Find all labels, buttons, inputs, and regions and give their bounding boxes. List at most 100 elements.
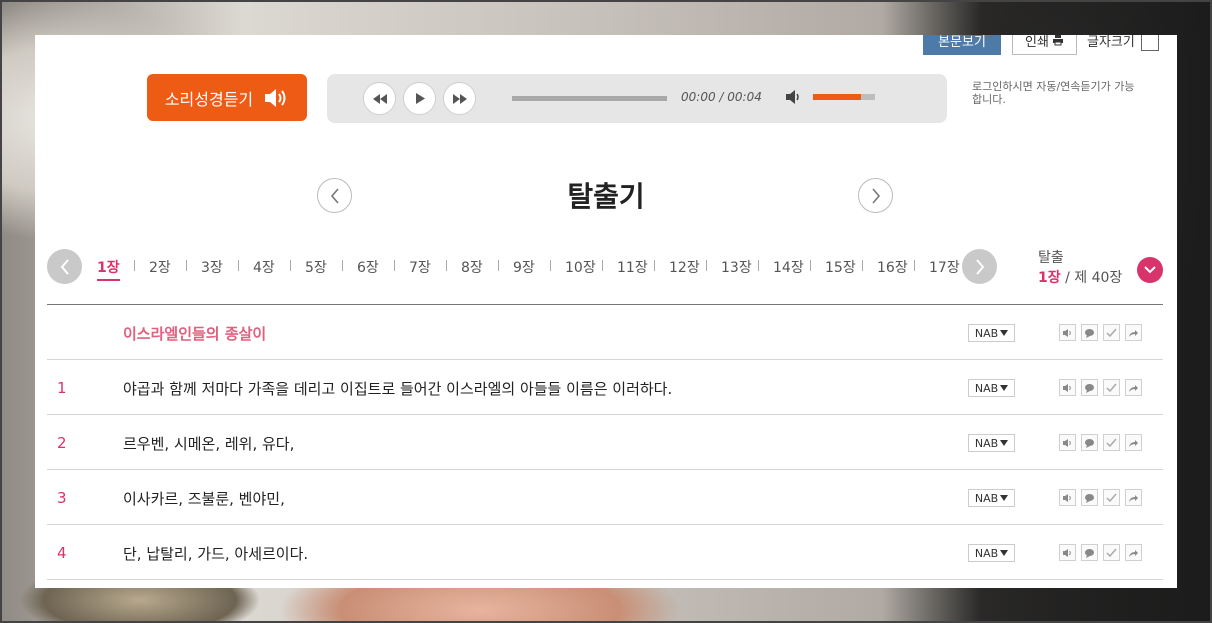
verse-number: 2	[57, 434, 67, 452]
speaker-button[interactable]	[1059, 379, 1076, 396]
version-label: NAB	[974, 546, 999, 560]
font-size-toggle[interactable]	[1140, 35, 1159, 51]
comment-button[interactable]	[1081, 324, 1098, 341]
chapter-tab[interactable]: 3장	[201, 257, 253, 281]
chapter-tab-label: 2장	[149, 260, 171, 276]
chapter-tab[interactable]: 7장	[409, 257, 461, 281]
share-button[interactable]	[1125, 489, 1142, 506]
chapter-tab-label: 1장	[97, 257, 120, 281]
comment-button[interactable]	[1081, 489, 1098, 506]
chapter-tab[interactable]: 4장	[253, 257, 305, 281]
check-button[interactable]	[1103, 379, 1120, 396]
share-button[interactable]	[1125, 434, 1142, 451]
chapter-tab-label: 13장	[721, 260, 752, 276]
speaker-button[interactable]	[1059, 544, 1076, 561]
share-button[interactable]	[1125, 544, 1142, 561]
speaker-button[interactable]	[1059, 324, 1076, 341]
chapter-tab-label: 7장	[409, 260, 431, 276]
comment-button[interactable]	[1081, 379, 1098, 396]
next-book-button[interactable]	[858, 178, 893, 213]
version-select[interactable]: NAB	[968, 544, 1015, 562]
version-select[interactable]: NAB	[968, 324, 1015, 342]
chapter-separator	[394, 260, 395, 271]
check-button[interactable]	[1103, 489, 1120, 506]
play-button[interactable]	[403, 82, 436, 115]
chapter-tab-label: 12장	[669, 260, 700, 276]
speaker-icon	[1062, 438, 1073, 448]
chapter-tab[interactable]: 11장	[617, 257, 669, 281]
chapter-tab-label: 17장	[929, 260, 960, 276]
chapter-separator	[550, 260, 551, 271]
share-icon	[1128, 548, 1139, 558]
chapters-scroll-left[interactable]	[47, 249, 82, 284]
comment-icon	[1084, 493, 1095, 503]
check-button[interactable]	[1103, 434, 1120, 451]
verse-row: 1 야곱과 함께 저마다 가족을 데리고 이집트로 들어간 이스라엘의 아들들 이…	[47, 360, 1163, 415]
listen-label: 소리성경듣기	[164, 89, 254, 109]
chapter-separator	[914, 260, 915, 271]
chapter-separator	[134, 260, 135, 271]
chapter-tab[interactable]: 13장	[721, 257, 773, 281]
chapter-tab[interactable]: 16장	[877, 257, 929, 281]
chapter-tab[interactable]: 15장	[825, 257, 877, 281]
share-icon	[1128, 328, 1139, 338]
chapter-tab[interactable]: 12장	[669, 257, 721, 281]
version-label: NAB	[974, 326, 999, 340]
speaker-icon	[1062, 548, 1073, 558]
fast-forward-icon	[452, 93, 467, 104]
chapter-tab[interactable]: 10장	[565, 257, 617, 281]
version-select[interactable]: NAB	[968, 489, 1015, 507]
share-button[interactable]	[1125, 324, 1142, 341]
version-select[interactable]: NAB	[968, 434, 1015, 452]
audio-player: 00:00 / 00:04	[327, 74, 947, 123]
comment-icon	[1084, 438, 1095, 448]
forward-button[interactable]	[443, 82, 476, 115]
comment-icon	[1084, 548, 1095, 558]
chapter-tab[interactable]: 6장	[357, 257, 409, 281]
chapter-separator	[862, 260, 863, 271]
speaker-button[interactable]	[1059, 434, 1076, 451]
version-select[interactable]: NAB	[968, 379, 1015, 397]
comment-button[interactable]	[1081, 434, 1098, 451]
check-button[interactable]	[1103, 544, 1120, 561]
section-heading-row: 이스라엘인들의 종살이 NAB	[47, 305, 1163, 360]
volume-icon[interactable]	[785, 89, 803, 105]
chapter-tab[interactable]: 2장	[149, 257, 201, 281]
verse-row: 2 르우벤, 시메온, 레위, 유다, NAB	[47, 415, 1163, 470]
check-button[interactable]	[1103, 324, 1120, 341]
font-size-control[interactable]: 글자크기	[1087, 35, 1167, 55]
progress-track[interactable]	[512, 96, 667, 101]
view-text-button[interactable]: 본문보기	[923, 35, 1001, 55]
chapters-scroll-right[interactable]	[962, 249, 997, 284]
font-size-label: 글자크기	[1087, 35, 1135, 50]
chapter-tab[interactable]: 8장	[461, 257, 513, 281]
check-icon	[1106, 438, 1117, 448]
share-button[interactable]	[1125, 379, 1142, 396]
chevron-left-icon	[60, 258, 69, 275]
verse-row: 3 이사카르, 즈불룬, 벤야민, NAB	[47, 470, 1163, 525]
chapter-total: / 제 40장	[1065, 270, 1123, 286]
share-icon	[1128, 493, 1139, 503]
chapter-tab[interactable]: 5장	[305, 257, 357, 281]
print-button[interactable]: 인쇄	[1012, 35, 1077, 55]
verse-number: 1	[57, 379, 67, 397]
chapter-tab[interactable]: 1장	[97, 257, 149, 281]
speaker-button[interactable]	[1059, 489, 1076, 506]
version-label: NAB	[974, 491, 999, 505]
volume-level	[813, 94, 861, 100]
rewind-button[interactable]	[363, 82, 396, 115]
volume-slider[interactable]	[813, 94, 875, 100]
printer-icon	[1052, 35, 1063, 46]
current-chapter-info: 탈출 1장 / 제 40장	[1038, 248, 1122, 288]
listen-audio-button[interactable]: 소리성경듣기	[147, 74, 307, 121]
verse-number: 3	[57, 489, 67, 507]
verse-text: 단, 납탈리, 가드, 아세르이다.	[123, 545, 309, 563]
check-icon	[1106, 548, 1117, 558]
comment-button[interactable]	[1081, 544, 1098, 561]
chapter-tab-label: 11장	[617, 260, 648, 276]
login-note: 로그인하시면 자동/연속듣기가 가능합니다.	[972, 80, 1135, 106]
chapter-dropdown-button[interactable]	[1137, 257, 1163, 283]
chapter-tab[interactable]: 14장	[773, 257, 825, 281]
verse-row: 4 단, 납탈리, 가드, 아세르이다. NAB	[47, 525, 1163, 580]
chapter-tab[interactable]: 9장	[513, 257, 565, 281]
